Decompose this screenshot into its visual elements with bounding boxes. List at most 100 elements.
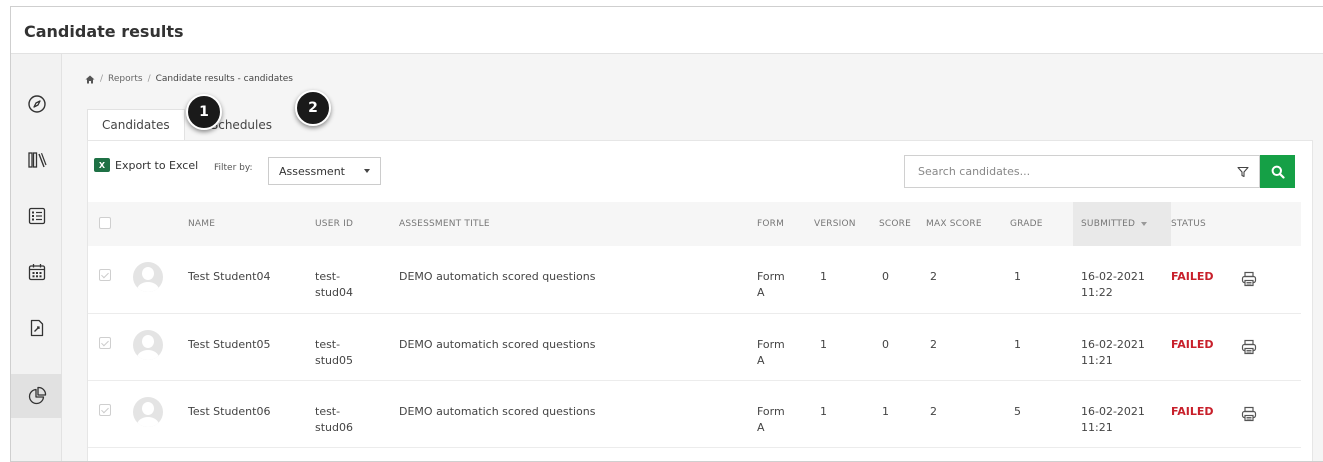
avatar <box>133 396 163 427</box>
cell-status: FAILED <box>1171 380 1241 447</box>
select-all-checkbox[interactable] <box>99 216 111 229</box>
cell-max-score: 2 <box>926 246 1010 313</box>
cell-version: 1 <box>814 313 879 380</box>
row-checkbox-cell <box>88 380 133 447</box>
select-all-cell <box>88 202 133 246</box>
row-checkbox[interactable] <box>99 336 111 349</box>
cell-assessment-title: DEMO automatich scored questions <box>399 337 596 351</box>
column-header-version[interactable]: VERSION <box>814 202 879 246</box>
row-checkbox-cell <box>88 246 133 313</box>
avatar <box>133 262 163 292</box>
cell-status: FAILED <box>1171 246 1241 313</box>
sidebar-item-list[interactable] <box>11 194 62 238</box>
grade-value: 1 <box>1014 270 1021 283</box>
form-line-2: A <box>757 286 765 299</box>
search-input[interactable] <box>905 156 1225 187</box>
score-value: 0 <box>882 337 889 351</box>
tab-candidates[interactable]: Candidates <box>87 109 185 140</box>
filter-label: Filter by: <box>214 163 253 173</box>
cell-form: Form A <box>757 313 814 380</box>
row-checkbox[interactable] <box>99 269 111 281</box>
sidebar-item-compass[interactable] <box>11 82 62 126</box>
cell-name: Test Student05 <box>188 337 271 351</box>
cell-submitted: 16-02-2021 11:22 <box>1073 246 1171 313</box>
filter-select-value: Assessment <box>279 164 345 178</box>
results-panel: X Export to Excel Filter by: Assessment <box>87 140 1313 461</box>
table-row[interactable]: Test Student04 test-stud04 DEMO automati… <box>88 246 1301 313</box>
column-header-name[interactable]: NAME <box>188 202 315 246</box>
column-header-status[interactable]: STATUS <box>1171 202 1241 246</box>
submitted-time: 11:21 <box>1081 420 1113 434</box>
library-icon <box>27 152 47 168</box>
callout-marker-1: 1 <box>186 94 222 130</box>
filter-select[interactable]: Assessment <box>268 157 381 185</box>
max-score-value: 2 <box>930 337 937 351</box>
score-value: 0 <box>882 270 889 283</box>
breadcrumb: / Reports / Candidate results - candidat… <box>85 74 293 84</box>
list-icon <box>28 207 45 225</box>
sidebar <box>11 54 62 461</box>
grade-value: 1 <box>1014 337 1021 351</box>
avatar-cell <box>133 380 188 447</box>
cell-name: Test Student04 <box>188 270 271 283</box>
compass-icon <box>27 95 46 113</box>
version-value: 1 <box>820 337 827 351</box>
column-header-score[interactable]: SCORE <box>879 202 926 246</box>
sidebar-item-library[interactable] <box>11 138 62 182</box>
submitted-time: 11:22 <box>1081 286 1113 299</box>
cell-user-id: test-stud06 <box>315 380 399 447</box>
app-window: Candidate results / Reports / Candidate … <box>10 6 1323 462</box>
print-icon[interactable] <box>1241 271 1257 287</box>
row-checkbox-cell <box>88 313 133 380</box>
cell-max-score: 2 <box>926 380 1010 447</box>
sidebar-item-reports[interactable] <box>11 374 62 418</box>
table-row[interactable]: Test Student06 test-stud06 DEMO automati… <box>88 380 1301 447</box>
cell-name: Test Student06 <box>188 404 271 418</box>
form-line-2: A <box>757 420 765 434</box>
print-icon[interactable] <box>1241 406 1257 422</box>
cell-form: Form A <box>757 380 814 447</box>
row-checkbox[interactable] <box>99 403 111 416</box>
score-value: 1 <box>882 404 889 418</box>
filter-icon[interactable] <box>1237 166 1249 178</box>
main-content: / Reports / Candidate results - candidat… <box>62 54 1323 461</box>
top-bar: Candidate results <box>11 7 1323 54</box>
breadcrumb-reports-link[interactable]: Reports <box>108 74 143 84</box>
avatar-cell <box>133 246 188 313</box>
cell-status: FAILED <box>1171 313 1241 380</box>
column-header-max-score[interactable]: MAX SCORE <box>926 202 1010 246</box>
sidebar-item-document[interactable] <box>11 306 62 350</box>
sort-descending-icon <box>1141 221 1148 226</box>
breadcrumb-separator: / <box>147 74 151 84</box>
export-label: Export to Excel <box>115 158 199 172</box>
column-header-form[interactable]: FORM <box>757 202 814 246</box>
column-header-grade[interactable]: GRADE <box>1010 202 1073 246</box>
cell-grade: 1 <box>1010 246 1073 313</box>
version-value: 1 <box>820 404 827 418</box>
sidebar-item-calendar[interactable] <box>11 250 62 294</box>
column-header-submitted[interactable]: SUBMITTED <box>1073 202 1171 246</box>
export-to-excel-button[interactable]: X Export to Excel <box>94 158 198 172</box>
cell-max-score: 2 <box>926 313 1010 380</box>
column-header-user-id[interactable]: USER ID <box>315 202 399 246</box>
table-row[interactable]: Test Student05 test-stud05 DEMO automati… <box>88 313 1301 380</box>
search-button[interactable] <box>1260 155 1295 188</box>
cell-assessment-title: DEMO automatich scored questions <box>399 270 596 283</box>
cell-actions <box>1241 246 1301 313</box>
actions-header <box>1241 202 1301 246</box>
avatar-header <box>133 202 188 246</box>
caret-down-icon <box>364 169 370 173</box>
print-icon[interactable] <box>1241 339 1257 355</box>
cell-score: 0 <box>879 246 926 313</box>
form-line-1: Form <box>757 337 785 351</box>
avatar-cell <box>133 313 188 380</box>
user-id-line-2: stud04 <box>315 286 353 299</box>
cell-submitted: 16-02-2021 11:21 <box>1073 380 1171 447</box>
user-id-line-1: test- <box>315 404 341 418</box>
version-value: 1 <box>820 270 827 283</box>
home-icon[interactable] <box>85 75 95 84</box>
pie-chart-icon <box>28 386 46 405</box>
column-header-assessment-title[interactable]: ASSESSMENT TITLE <box>399 202 757 246</box>
submitted-date: 16-02-2021 <box>1081 404 1145 418</box>
submitted-date: 16-02-2021 <box>1081 337 1145 351</box>
